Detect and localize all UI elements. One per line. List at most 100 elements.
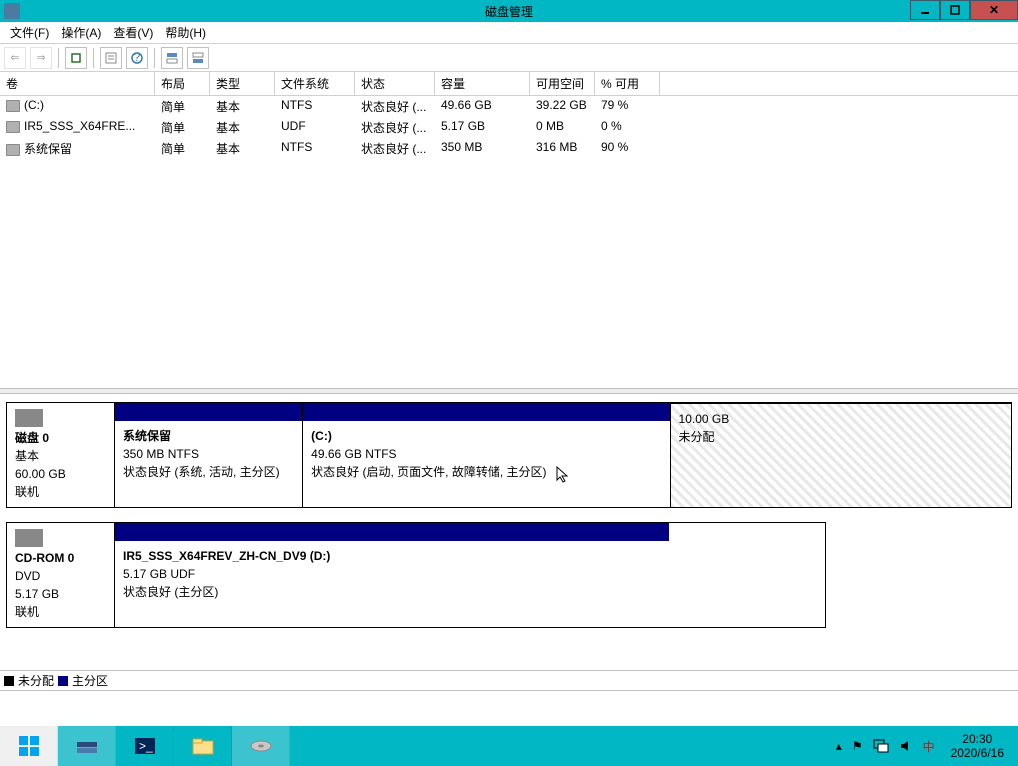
disk-row: CD-ROM 0DVD5.17 GB联机IR5_SSS_X64FREV_ZH-C…	[6, 522, 826, 628]
partition-sub: 350 MB NTFS	[123, 447, 199, 461]
partition-status: 状态良好 (启动, 页面文件, 故障转储, 主分区)	[311, 465, 546, 479]
col-free[interactable]: 可用空间	[530, 72, 595, 95]
disk-size: 60.00 GB	[15, 467, 66, 481]
svg-text:?: ?	[134, 51, 141, 64]
start-button[interactable]	[0, 726, 58, 766]
menu-file[interactable]: 文件(F)	[4, 22, 55, 43]
menu-view[interactable]: 查看(V)	[107, 22, 159, 43]
cell-layout: 简单	[155, 139, 210, 158]
partition-body: 10.00 GB未分配	[671, 404, 1011, 507]
col-volume[interactable]: 卷	[0, 72, 155, 95]
forward-button: ⇒	[30, 47, 52, 69]
partition-primary[interactable]: IR5_SSS_X64FREV_ZH-CN_DV9 (D:) 5.17 GB UD…	[115, 523, 669, 627]
partition-status: 状态良好 (主分区)	[123, 585, 218, 599]
cell-free: 39.22 GB	[530, 97, 595, 116]
col-status[interactable]: 状态	[355, 72, 435, 95]
legend-unalloc-label: 未分配	[18, 672, 54, 689]
partition-sub: 49.66 GB NTFS	[311, 447, 396, 461]
partition-header	[115, 523, 669, 541]
cell-volume: 系统保留	[0, 139, 155, 158]
cell-fs: NTFS	[275, 97, 355, 116]
cell-capacity: 350 MB	[435, 139, 530, 158]
taskbar-server-manager[interactable]	[58, 726, 116, 766]
col-layout[interactable]: 布局	[155, 72, 210, 95]
volume-row[interactable]: 系统保留简单基本NTFS状态良好 (...350 MB316 MB90 %	[0, 138, 1018, 159]
cell-fs: UDF	[275, 118, 355, 137]
partition-name: IR5_SSS_X64FREV_ZH-CN_DV9 (D:)	[123, 549, 330, 563]
close-button[interactable]: ✕	[970, 0, 1018, 20]
disk-type: 基本	[15, 449, 39, 463]
partition-status: 状态良好 (系统, 活动, 主分区)	[123, 465, 280, 479]
system-tray: ▴ ⚑ 中 20:30 2020/6/16	[836, 726, 1018, 766]
properties-button[interactable]	[100, 47, 122, 69]
disk-icon	[15, 529, 43, 547]
titlebar: 磁盘管理 ✕	[0, 0, 1018, 22]
maximize-button[interactable]	[940, 0, 970, 20]
col-capacity[interactable]: 容量	[435, 72, 530, 95]
partition-name: 系统保留	[123, 429, 171, 443]
legend-unalloc-swatch	[4, 676, 14, 686]
volume-row[interactable]: IR5_SSS_X64FRE...简单基本UDF状态良好 (...5.17 GB…	[0, 117, 1018, 138]
col-type[interactable]: 类型	[210, 72, 275, 95]
volume-row[interactable]: (C:)简单基本NTFS状态良好 (...49.66 GB39.22 GB79 …	[0, 96, 1018, 117]
cell-capacity: 49.66 GB	[435, 97, 530, 116]
col-spacer	[660, 72, 1018, 95]
partition-body: 系统保留 350 MB NTFS 状态良好 (系统, 活动, 主分区)	[115, 421, 302, 507]
disk-state: 联机	[15, 605, 39, 619]
volume-icon	[6, 100, 20, 112]
taskbar-disk-management[interactable]	[232, 726, 290, 766]
taskbar-clock[interactable]: 20:30 2020/6/16	[945, 732, 1010, 761]
cell-free: 316 MB	[530, 139, 595, 158]
taskbar-explorer[interactable]	[174, 726, 232, 766]
cell-pct: 90 %	[595, 139, 660, 158]
tray-arrow-icon[interactable]: ▴	[836, 739, 842, 753]
app-icon	[4, 3, 20, 19]
disk-title: 磁盘 0	[15, 431, 49, 445]
volume-list-header: 卷 布局 类型 文件系统 状态 容量 可用空间 % 可用	[0, 72, 1018, 96]
toolbar-separator	[154, 48, 155, 68]
view-top-button[interactable]	[161, 47, 183, 69]
partition-unallocated[interactable]: 10.00 GB未分配	[671, 403, 1011, 507]
col-percent[interactable]: % 可用	[595, 72, 660, 95]
help-button[interactable]: ?	[126, 47, 148, 69]
cell-layout: 简单	[155, 118, 210, 137]
partition-sub: 5.17 GB UDF	[123, 567, 195, 581]
partition-primary[interactable]: (C:) 49.66 GB NTFS 状态良好 (启动, 页面文件, 故障转储, 主…	[303, 403, 670, 507]
taskbar-powershell[interactable]: >_	[116, 726, 174, 766]
toolbar: ⇐ ⇒ ?	[0, 44, 1018, 72]
flag-icon[interactable]: ⚑	[852, 739, 863, 753]
col-filesystem[interactable]: 文件系统	[275, 72, 355, 95]
svg-text:>_: >_	[139, 739, 153, 753]
cell-type: 基本	[210, 97, 275, 116]
disk-state: 联机	[15, 485, 39, 499]
volume-icon	[6, 121, 20, 133]
partition-header	[303, 403, 669, 421]
cell-volume: (C:)	[0, 97, 155, 116]
volume-icon[interactable]	[899, 739, 913, 753]
menu-action[interactable]: 操作(A)	[55, 22, 107, 43]
disk-graphical-view[interactable]: 磁盘 0 基本 60.00 GB 联机 系统保留 350 MB NTFS 状态良好 (系统,…	[0, 394, 1018, 670]
view-bottom-button[interactable]	[187, 47, 209, 69]
partition-status: 未分配	[679, 430, 715, 444]
clock-date: 2020/6/16	[951, 746, 1004, 760]
cell-volume: IR5_SSS_X64FRE...	[0, 118, 155, 137]
minimize-button[interactable]	[910, 0, 940, 20]
toolbar-separator	[58, 48, 59, 68]
legend-primary-swatch	[58, 676, 68, 686]
network-icon[interactable]	[873, 739, 889, 753]
refresh-button[interactable]	[65, 47, 87, 69]
disk-row: 磁盘 0 基本 60.00 GB 联机 系统保留 350 MB NTFS 状态良好 (系统,…	[6, 402, 1012, 508]
menubar: 文件(F) 操作(A) 查看(V) 帮助(H)	[0, 22, 1018, 44]
disk-info[interactable]: CD-ROM 0DVD5.17 GB联机	[7, 523, 115, 627]
menu-help[interactable]: 帮助(H)	[159, 22, 212, 43]
back-button: ⇐	[4, 47, 26, 69]
volume-icon	[6, 144, 20, 156]
clock-time: 20:30	[951, 732, 1004, 746]
disk-info[interactable]: 磁盘 0 基本 60.00 GB 联机	[7, 403, 115, 507]
partition-name: (C:)	[311, 429, 332, 443]
partition-primary[interactable]: 系统保留 350 MB NTFS 状态良好 (系统, 活动, 主分区)	[115, 403, 303, 507]
legend-primary-label: 主分区	[72, 672, 108, 689]
ime-icon[interactable]: 中	[923, 738, 935, 755]
disk-icon	[15, 409, 43, 427]
volume-list[interactable]: 卷 布局 类型 文件系统 状态 容量 可用空间 % 可用 (C:)简单基本NTF…	[0, 72, 1018, 388]
